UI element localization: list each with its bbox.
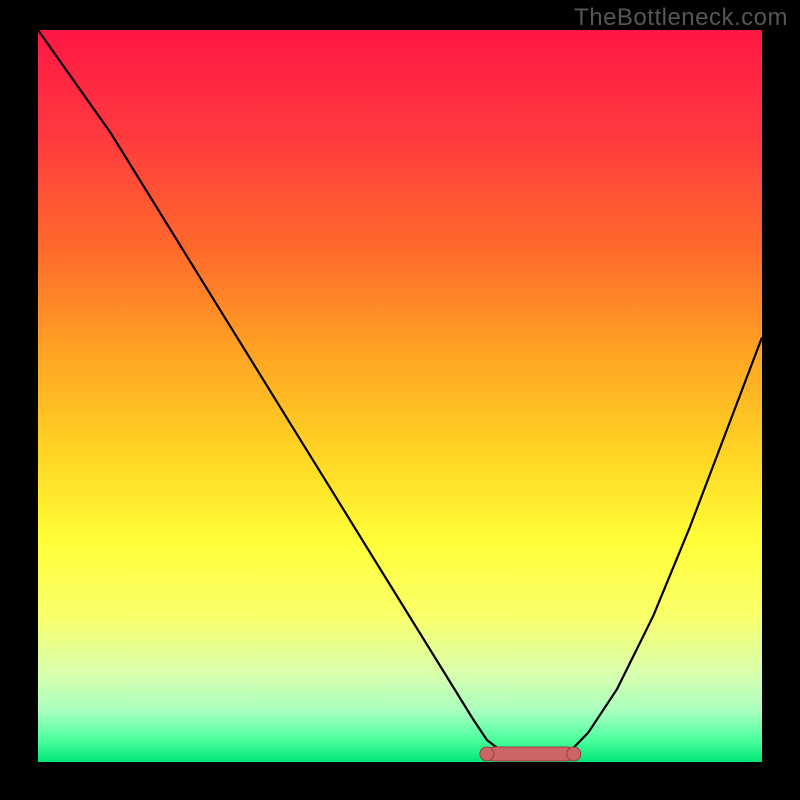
bottleneck-chart [0, 0, 800, 800]
chart-frame: TheBottleneck.com [0, 0, 800, 800]
watermark-text: TheBottleneck.com [574, 4, 788, 32]
plot-background [38, 30, 762, 762]
optimal-range-marker [480, 747, 581, 761]
